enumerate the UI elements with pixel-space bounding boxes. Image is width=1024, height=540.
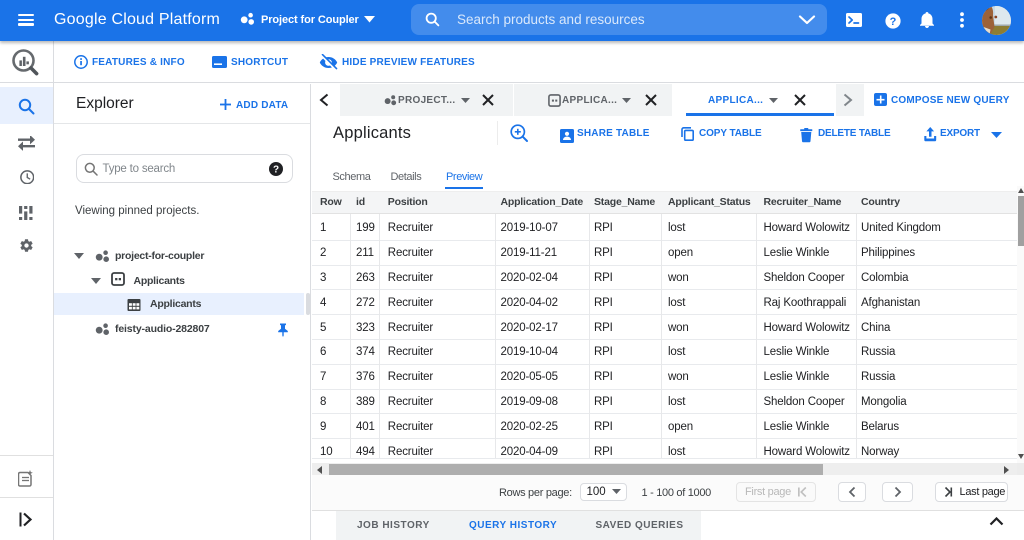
svg-text:?: ? [890,16,897,28]
svg-text:?: ? [272,164,278,175]
